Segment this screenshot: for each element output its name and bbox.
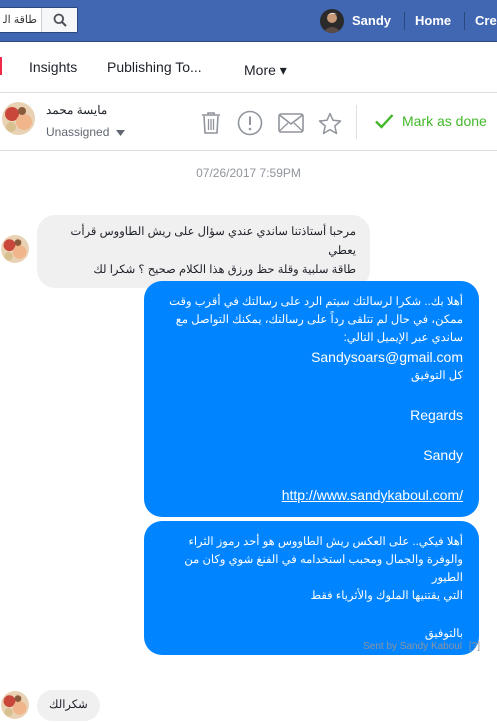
email-address: Sandysoars@gmail.com	[311, 349, 463, 365]
page-tabs-bar: Insights Publishing To... More ▾	[0, 42, 497, 93]
message-signature: Sandy	[423, 447, 463, 463]
assignee-dropdown[interactable]: Unassigned	[46, 125, 125, 139]
conversation-header: مايسة محمد Unassigned Mark as done	[0, 93, 497, 151]
contact-name[interactable]: مايسة محمد	[46, 103, 107, 117]
delete-button[interactable]	[197, 109, 225, 137]
message-line: أهلا فيكي.. على العكس ريش الطاووس هو أحد…	[188, 536, 463, 548]
mark-as-done-button[interactable]: Mark as done	[374, 113, 487, 129]
help-link[interactable]: [?]	[469, 641, 480, 652]
top-navigation-bar: طاقة الو Sandy Home Cre	[0, 0, 497, 42]
outgoing-message[interactable]: أهلا فيكي.. على العكس ريش الطاووس هو أحد…	[144, 521, 479, 655]
message-line: مرحبا أستاذتنا ساندي عندي سؤال على ريش ا…	[70, 226, 356, 257]
tab-publishing-tools[interactable]: Publishing To...	[107, 59, 202, 75]
star-button[interactable]	[316, 109, 344, 137]
envelope-icon	[278, 113, 304, 133]
home-link[interactable]: Home	[415, 13, 451, 28]
tab-active-indicator	[0, 57, 2, 75]
user-avatar[interactable]	[320, 9, 344, 33]
outgoing-message[interactable]: أهلا بك.. شكرا لرسالتك سيتم الرد على رسا…	[144, 281, 479, 517]
message-line: التي يقتنيها الملوك والأثرياء فقط	[310, 590, 463, 602]
message-line: شكرالك	[49, 699, 88, 711]
message-line: والوفرة والجمال ومحبب استخدامه في الفنغ …	[184, 554, 463, 584]
tab-insights[interactable]: Insights	[29, 59, 77, 75]
sent-by-note: Sent by Sandy Kaboul [?]	[0, 641, 480, 652]
user-name-link[interactable]: Sandy	[352, 13, 391, 28]
message-timestamp: 07/26/2017 7:59PM	[196, 166, 301, 180]
message-line: طاقة سلبية وقلة حظ ورزق هذا الكلام صحيح …	[93, 264, 356, 276]
sent-by-label: Sent by Sandy Kaboul	[363, 641, 463, 652]
create-link[interactable]: Cre	[475, 13, 497, 28]
mark-as-done-label: Mark as done	[402, 113, 487, 129]
caret-down-icon	[115, 130, 125, 136]
message-line: أهلا بك.. شكرا لرسالتك سيتم الرد على رسا…	[169, 296, 463, 308]
divider	[464, 12, 465, 30]
contact-avatar[interactable]	[2, 102, 35, 135]
search-input-value[interactable]: طاقة الو	[3, 13, 37, 26]
mark-spam-button[interactable]	[236, 109, 264, 137]
search-input[interactable]: طاقة الو	[0, 7, 78, 33]
star-icon	[318, 112, 342, 134]
message-line: كل التوفيق	[410, 370, 463, 382]
website-link[interactable]: http://www.sandykaboul.com/	[282, 485, 463, 505]
checkmark-icon	[375, 114, 394, 129]
incoming-message[interactable]: مرحبا أستاذتنا ساندي عندي سؤال على ريش ا…	[37, 215, 370, 288]
tab-more-dropdown[interactable]: More ▾	[244, 62, 287, 79]
contact-avatar	[1, 235, 29, 263]
trash-icon	[202, 112, 220, 134]
search-button[interactable]	[41, 8, 77, 32]
assignee-label: Unassigned	[46, 125, 110, 139]
alert-icon	[237, 110, 263, 136]
message-line: Regards	[410, 407, 463, 423]
search-icon	[53, 13, 67, 27]
contact-avatar	[1, 691, 29, 719]
message-line: ساندي عبر الإيميل التالي:	[343, 332, 463, 344]
divider	[356, 105, 357, 139]
message-thread[interactable]: 07/26/2017 7:59PM مرحبا أستاذتنا ساندي ع…	[0, 151, 497, 722]
divider	[404, 12, 405, 30]
message-line: ممكن، في حال لم تتلقى رداً على رسالتك، ي…	[175, 314, 463, 326]
mark-unread-button[interactable]	[277, 109, 305, 137]
incoming-message[interactable]: شكرالك	[37, 690, 100, 721]
